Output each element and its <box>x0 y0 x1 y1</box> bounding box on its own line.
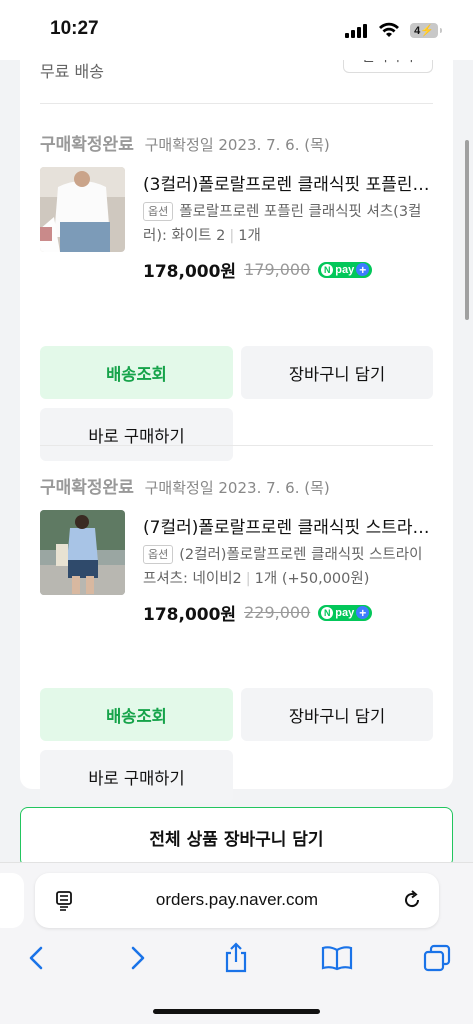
shipping-tracking-button[interactable]: 배송조회 <box>40 346 233 399</box>
order-status: 구매확정완료 <box>40 478 134 498</box>
add-all-to-cart-button[interactable]: 전체 상품 장바구니 담기 <box>20 807 453 867</box>
separator: | <box>245 571 251 587</box>
divider <box>40 445 433 446</box>
price-row: 178,000원 229,000 Npay + <box>143 600 373 625</box>
order-status-line: 구매확정완료 구매확정일 2023. 7. 6. (목) <box>40 130 330 155</box>
product-thumbnail[interactable] <box>40 510 125 595</box>
product-title[interactable]: (3컬러)폴로랄프로렌 클래식핏 포플린 셔츠 <box>143 170 433 195</box>
clock: 10:27 <box>50 18 99 39</box>
reload-icon[interactable] <box>401 889 423 911</box>
quantity: 1개 (+50,000원) <box>254 571 370 587</box>
option-text: 폴로랄프로렌 포플린 클래식핏 셔츠(3컬러): 화이트 2 <box>143 204 422 244</box>
back-icon[interactable] <box>19 941 53 975</box>
share-icon[interactable] <box>219 941 253 975</box>
plus-icon: + <box>356 263 370 277</box>
npay-n-icon: N <box>321 606 334 619</box>
add-to-cart-button[interactable]: 장바구니 담기 <box>241 688 433 741</box>
product-option: 옵션 폴로랄프로렌 포플린 클래식핏 셔츠(3컬러): 화이트 2 | 1개 <box>143 200 433 248</box>
add-to-cart-button[interactable]: 장바구니 담기 <box>241 346 433 399</box>
npay-label: pay <box>335 263 355 276</box>
plus-icon: + <box>356 606 370 620</box>
npay-label: pay <box>335 606 355 619</box>
divider <box>40 103 433 104</box>
confirm-date: 구매확정일 2023. 7. 6. (목) <box>144 479 330 497</box>
order-status-line: 구매확정완료 구매확정일 2023. 7. 6. (목) <box>40 473 330 498</box>
buy-now-button[interactable]: 바로 구매하기 <box>40 750 233 803</box>
quantity: 1개 <box>238 228 261 244</box>
product-thumbnail[interactable] <box>40 167 125 252</box>
buy-now-button[interactable]: 바로 구매하기 <box>40 408 233 461</box>
original-price: 229,000 <box>244 603 311 622</box>
browser-toolbar: orders.pay.naver.com <box>0 862 473 1024</box>
separator: | <box>229 228 235 244</box>
scrollbar[interactable] <box>465 140 469 320</box>
price: 178,000원 <box>143 262 237 282</box>
npay-plus-badge: Npay + <box>318 261 373 278</box>
previous-tab-preview[interactable] <box>0 873 24 928</box>
order-status: 구매확정완료 <box>40 135 134 155</box>
tabs-icon[interactable] <box>420 941 454 975</box>
address-bar[interactable]: orders.pay.naver.com <box>35 873 439 928</box>
bookmarks-icon[interactable] <box>320 941 354 975</box>
product-title[interactable]: (7컬러)폴로랄프로렌 클래식핏 스트라이프셔츠 <box>143 513 433 538</box>
price-row: 178,000원 179,000 Npay + <box>143 257 373 282</box>
price: 178,000원 <box>143 605 237 625</box>
confirm-date: 구매확정일 2023. 7. 6. (목) <box>144 136 330 154</box>
url-text[interactable]: orders.pay.naver.com <box>35 890 439 910</box>
option-badge: 옵션 <box>143 545 174 564</box>
npay-plus-badge: Npay + <box>318 604 373 621</box>
wifi-icon <box>379 22 399 37</box>
battery-icon: 4 ⚡ <box>410 23 442 38</box>
signal-icon <box>345 24 367 38</box>
npay-n-icon: N <box>321 263 334 276</box>
shipping-tracking-button[interactable]: 배송조회 <box>40 688 233 741</box>
original-price: 179,000 <box>244 260 311 279</box>
option-badge: 옵션 <box>143 202 174 221</box>
free-shipping-label: 무료 배송 <box>40 62 104 81</box>
home-indicator[interactable] <box>153 1009 320 1014</box>
battery-level: 4 <box>414 24 421 37</box>
product-option: 옵션 (2컬러)폴로랄프로렌 클래식핏 스트라이프셔츠: 네이비2 | 1개 (+50… <box>143 543 433 591</box>
status-bar: 10:27 4 ⚡ <box>0 0 473 60</box>
forward-icon[interactable] <box>121 941 155 975</box>
order-card: 문의하기 무료 배송 구매확정완료 구매확정일 2023. 7. 6. (목) … <box>20 40 453 803</box>
